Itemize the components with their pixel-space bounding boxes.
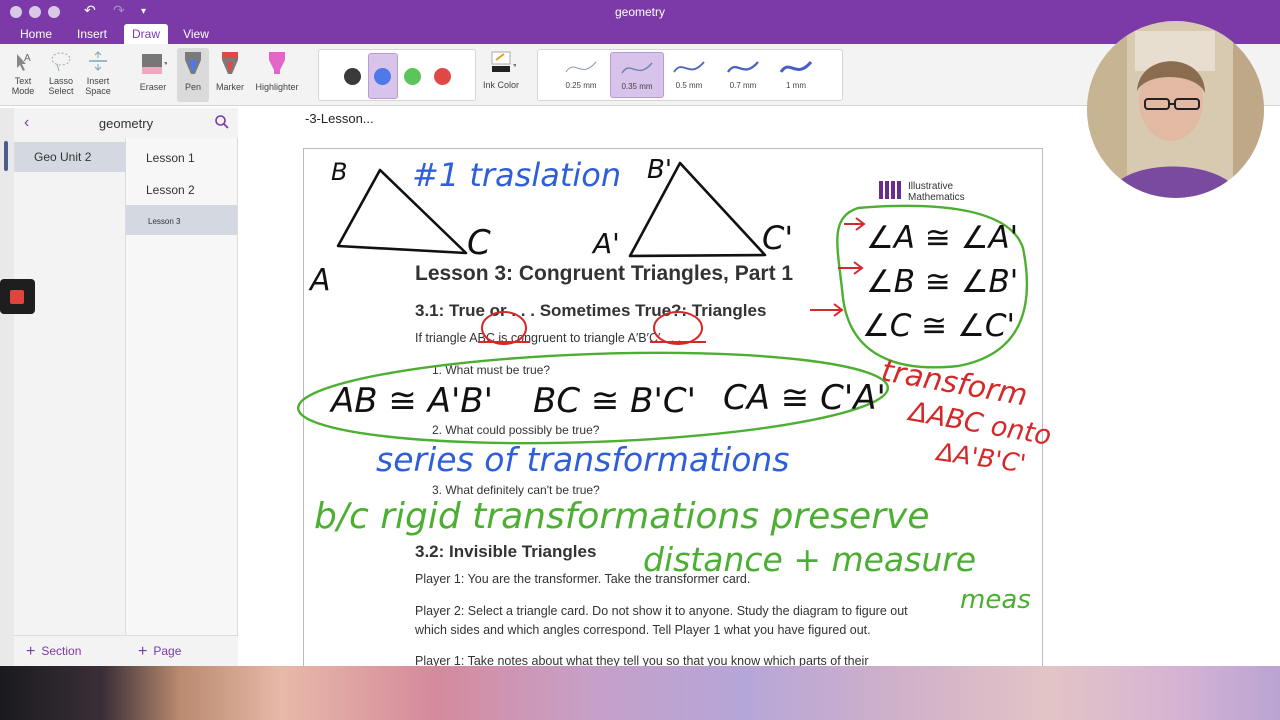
section-color-marker: [4, 141, 8, 171]
tab-insert[interactable]: Insert: [68, 24, 116, 44]
color-swatch-black[interactable]: [344, 68, 361, 85]
pen-button[interactable]: Pen: [177, 48, 209, 102]
window-title: geometry: [614, 5, 666, 19]
player-1-notes-instructions: Player 1: Take notes about what they tel…: [415, 654, 869, 666]
illustrative-mathematics-logo: Illustrative Mathematics: [879, 181, 965, 203]
notebook-header: ‹ geometry: [14, 108, 238, 138]
activity-prompt: If triangle ABC is congruent to triangle…: [415, 331, 682, 345]
tab-draw[interactable]: Draw: [124, 24, 168, 44]
stop-icon: [10, 290, 24, 304]
thickness-1[interactable]: 1 mm: [769, 52, 823, 98]
lasso-select-button[interactable]: Lasso Select: [44, 48, 78, 102]
nav-footer: + Section + Page: [14, 635, 238, 666]
eraser-button[interactable]: Eraser: [134, 48, 172, 102]
page-item-lesson-3[interactable]: Lesson 3: [126, 205, 237, 235]
question-3: 3. What definitely can't be true?: [432, 483, 600, 497]
thickness-025[interactable]: 0.25 mm: [554, 52, 608, 98]
tab-home[interactable]: Home: [12, 24, 60, 44]
add-section-button[interactable]: + Section: [26, 643, 81, 661]
svg-text:Mathematics: Mathematics: [908, 192, 965, 203]
activity-3-2-title: 3.2: Invisible Triangles: [415, 542, 597, 561]
color-swatch-green[interactable]: [404, 68, 421, 85]
thickness-07[interactable]: 0.7 mm: [716, 52, 770, 98]
thickness-05[interactable]: 0.5 mm: [662, 52, 716, 98]
plus-icon: +: [26, 643, 36, 660]
lasso-icon: [51, 52, 71, 72]
stroke-sample-icon: [779, 60, 813, 73]
svg-text:A: A: [24, 53, 31, 64]
question-1: 1. What must be true?: [432, 363, 551, 377]
lesson-title: Lesson 3: Congruent Triangles, Part 1: [415, 262, 794, 285]
player-2-instructions-line-1: Player 2: Select a triangle card. Do not…: [415, 604, 908, 618]
activity-3-1-title: 3.1: True or . . . Sometimes True?: Tria…: [415, 301, 767, 320]
ink-color-swatches: [318, 49, 476, 101]
presenter-video: [1087, 21, 1264, 198]
text-mode-button[interactable]: A Text Mode: [6, 48, 40, 102]
tab-view[interactable]: View: [174, 24, 218, 44]
insert-space-icon: [89, 51, 107, 71]
desktop-background-strip: [0, 666, 1280, 720]
page-canvas[interactable]: -3-Lesson... Illustrative Mathematics Le…: [238, 108, 1280, 666]
eraser-icon: [142, 54, 167, 74]
page-item-lesson-2[interactable]: Lesson 2: [126, 174, 237, 204]
nav-edge: [0, 108, 14, 666]
color-swatch-red[interactable]: [434, 68, 451, 85]
svg-text:Illustrative: Illustrative: [908, 181, 953, 192]
lesson-printout: Illustrative Mathematics Lesson 3: Congr…: [303, 148, 1043, 666]
color-swatch-blue[interactable]: [374, 68, 391, 85]
thickness-035[interactable]: 0.35 mm: [610, 52, 664, 98]
plus-icon: +: [138, 643, 148, 660]
cursor-text-icon: A: [17, 53, 31, 71]
section-list: Geo Unit 2: [14, 138, 126, 635]
insert-space-button[interactable]: Insert Space: [81, 48, 115, 102]
highlighter-button[interactable]: Highlighter: [251, 48, 303, 102]
page-title[interactable]: -3-Lesson...: [305, 111, 374, 126]
stroke-sample-icon: [621, 62, 653, 74]
add-page-button[interactable]: + Page: [138, 643, 181, 661]
ink-color-button[interactable]: Ink Color: [478, 48, 524, 102]
notebook-title[interactable]: geometry: [14, 116, 238, 131]
search-icon[interactable]: [214, 114, 230, 130]
recording-stop-button[interactable]: [0, 279, 35, 314]
pen-thickness-gallery: 0.25 mm 0.35 mm 0.5 mm 0.7 mm 1 mm: [537, 49, 843, 101]
ribbon-tabs: Home Insert Draw View: [0, 24, 1280, 44]
marker-button[interactable]: Marker: [213, 48, 247, 102]
player-2-instructions-line-2: which sides and which angles correspond.…: [415, 623, 871, 637]
marker-icon: [222, 52, 238, 74]
section-item[interactable]: Geo Unit 2: [14, 142, 126, 172]
page-list: Lesson 1 Lesson 2 Lesson 3: [126, 138, 238, 635]
player-1-instructions: Player 1: You are the transformer. Take …: [415, 572, 751, 586]
pen-icon: [185, 52, 201, 74]
page-item-lesson-1[interactable]: Lesson 1: [126, 142, 237, 172]
stroke-sample-icon: [565, 61, 597, 73]
stroke-sample-icon: [673, 61, 705, 73]
highlighter-icon: [269, 52, 285, 74]
stroke-sample-icon: [727, 61, 759, 73]
question-2: 2. What could possibly be true?: [432, 423, 600, 437]
ink-color-icon: [491, 51, 516, 72]
title-bar: ↶ ↷ ▾ geometry: [0, 0, 1280, 24]
webcam-overlay: [1087, 21, 1264, 198]
